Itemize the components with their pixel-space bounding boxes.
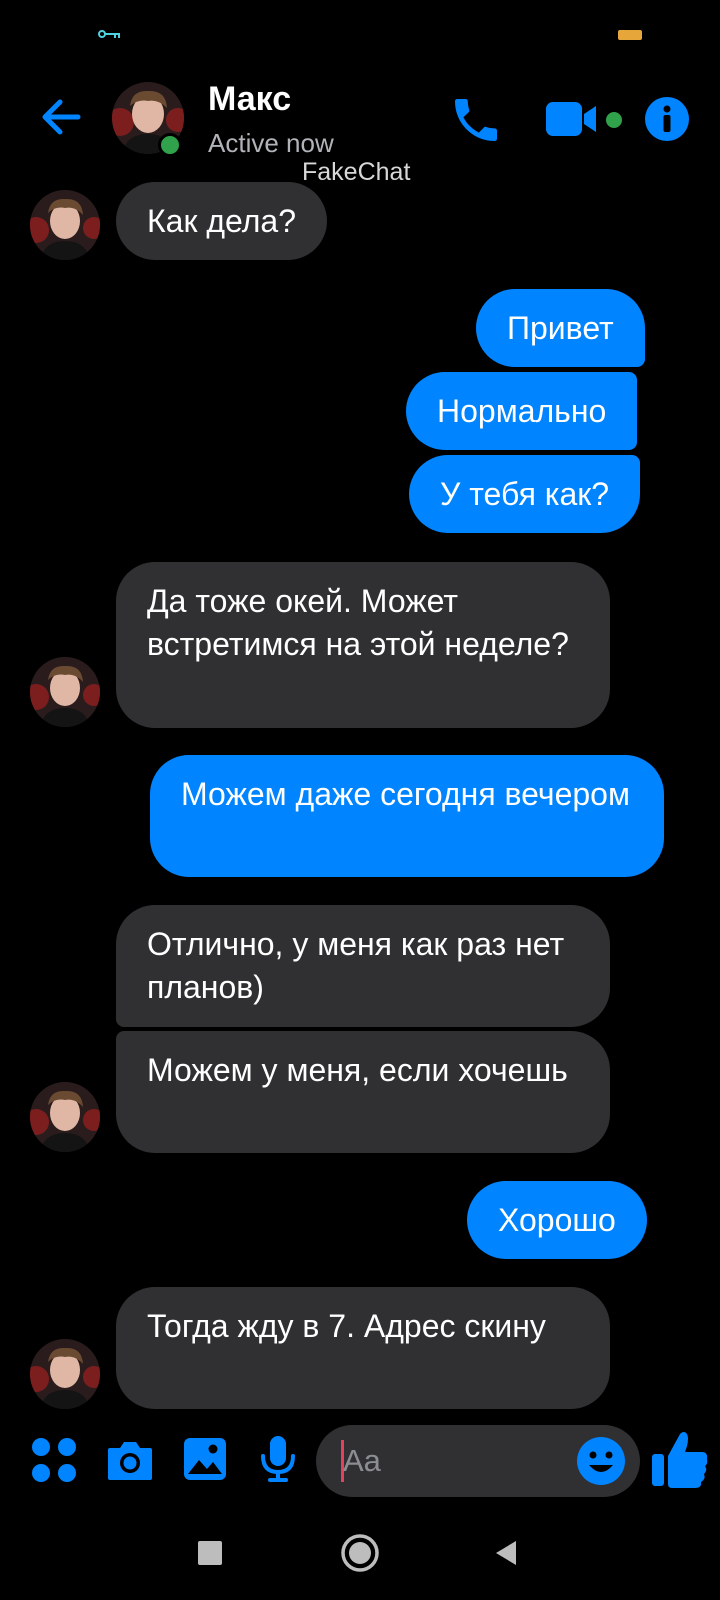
message-bubble-incoming[interactable]: Можем у меня, если хочешь [116,1031,610,1153]
message-bubble-outgoing[interactable]: Привет [476,289,645,367]
message-bubble-incoming[interactable]: Как дела? [116,182,327,260]
back-triangle-icon[interactable] [494,1539,518,1567]
microphone-icon[interactable] [258,1434,298,1484]
recent-apps-icon[interactable] [198,1541,222,1565]
video-camera-icon[interactable] [544,98,604,140]
message-bubble-outgoing[interactable]: Можем даже сегодня вечером [150,755,664,877]
message-input-placeholder: Aa [343,1443,381,1478]
apps-grid-icon[interactable] [30,1436,78,1484]
home-icon[interactable] [340,1533,380,1573]
contact-name[interactable]: Макс [208,80,291,119]
gallery-icon[interactable] [182,1436,228,1482]
thumbs-up-icon[interactable] [650,1428,710,1490]
battery-icon [618,30,642,40]
back-arrow-icon[interactable] [36,92,86,142]
camera-icon[interactable] [106,1438,154,1482]
emoji-icon[interactable] [576,1436,626,1486]
message-avatar [30,657,100,727]
message-bubble-outgoing[interactable]: У тебя как? [409,455,641,533]
message-bubble-incoming[interactable]: Отлично, у меня как раз нет планов) [116,905,610,1027]
message-bubble-outgoing[interactable]: Хорошо [467,1181,647,1259]
info-icon[interactable] [644,96,690,142]
message-avatar [30,1339,100,1409]
phone-icon[interactable] [448,92,504,148]
message-bubble-incoming[interactable]: Тогда жду в 7. Адрес скину [116,1287,610,1409]
message-avatar [30,1082,100,1152]
watermark-text: FakeChat [302,158,411,186]
message-bubble-incoming[interactable]: Да тоже окей. Может встретимся на этой н… [116,562,610,728]
message-bubble-outgoing[interactable]: Нормально [406,372,638,450]
message-avatar [30,190,100,260]
video-active-dot [606,112,622,128]
online-status-dot [158,133,182,157]
contact-status: Active now [208,128,334,158]
vpn-key-icon [98,30,120,38]
